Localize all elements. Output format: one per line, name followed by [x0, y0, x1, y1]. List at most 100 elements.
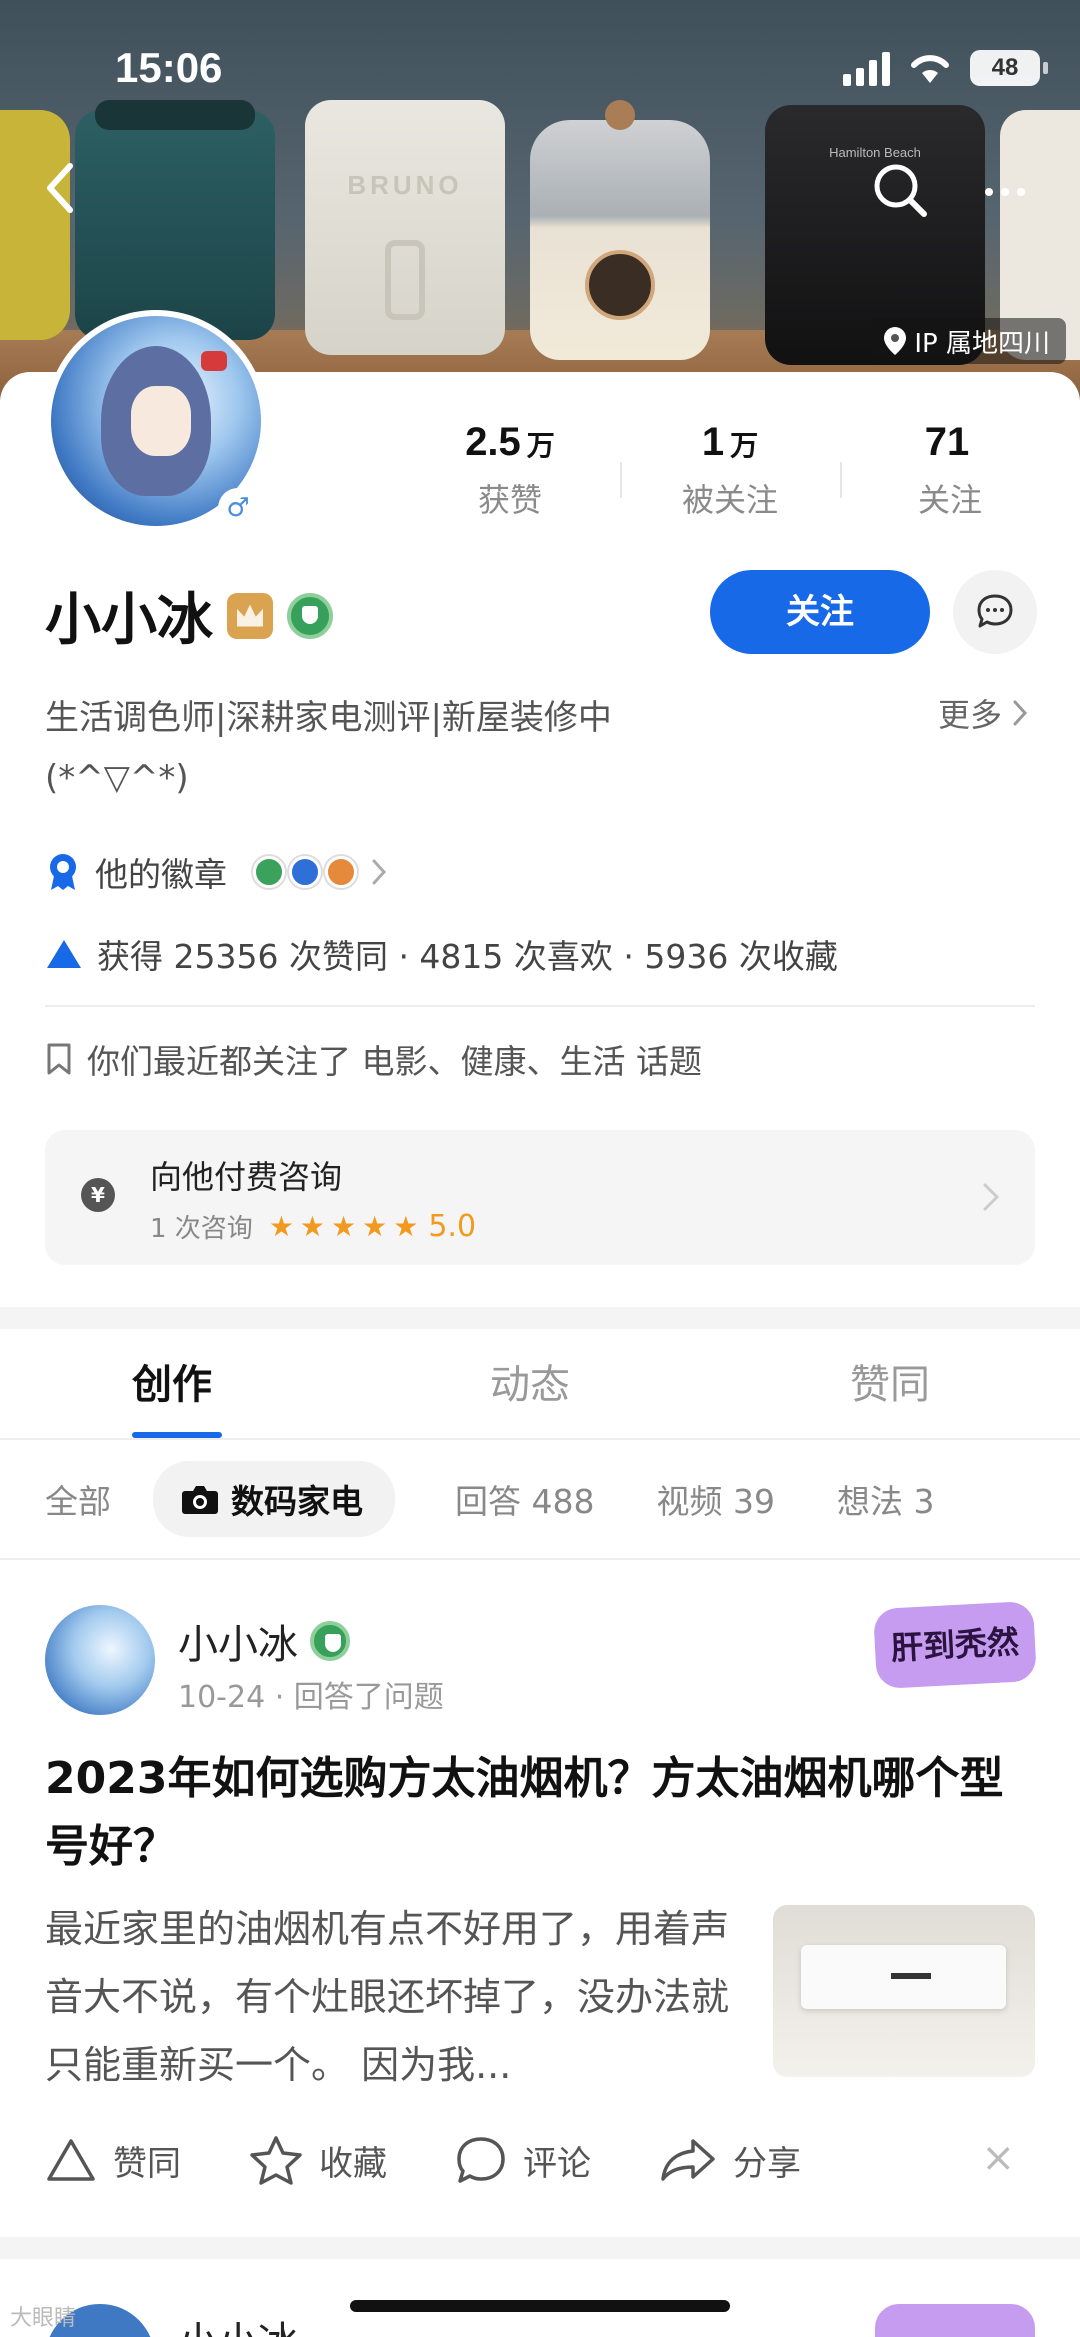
feed-item[interactable]: 小小冰 10-24 · 回答了问题 肝到秃然 2023年如何选购方太油烟机？方太…: [0, 1560, 1080, 2235]
banner-appliance-yellow: [0, 110, 70, 340]
stat-likes-value: 2.5: [465, 420, 521, 464]
upvote-button[interactable]: 赞同: [45, 2136, 181, 2185]
content-tabs: 创作 动态 赞同: [0, 1330, 1080, 1440]
section-separator: [0, 2237, 1080, 2259]
ip-location-badge: IP 属地四川: [872, 318, 1066, 364]
upvote-triangle-icon: [47, 940, 81, 968]
battery-icon: 48: [970, 50, 1048, 86]
filter-digital-appliances[interactable]: 数码家电: [153, 1461, 395, 1537]
badges-row[interactable]: 他的徽章: [45, 848, 387, 896]
share-arrow-icon: [661, 2139, 715, 2181]
consult-info: 1 次咨询 ★★★★★ 5.0: [150, 1208, 476, 1245]
consult-count: 1 次咨询: [150, 1214, 253, 1244]
upvote-triangle-icon: [47, 2139, 95, 2181]
filter-videos[interactable]: 视频 39: [656, 1475, 774, 1523]
stat-following-value: 71: [924, 420, 970, 464]
stat-following[interactable]: 71 关注: [840, 420, 1060, 521]
banner-appliance-teal: [75, 100, 275, 340]
home-indicator[interactable]: [350, 2300, 730, 2312]
filter-digital-appliances-label: 数码家电: [231, 1482, 363, 1521]
comment-label: 评论: [523, 2143, 591, 2184]
camera-icon: [182, 1486, 218, 1514]
stat-followers-unit: 万: [730, 430, 759, 461]
chevron-right-icon: [1013, 700, 1028, 726]
banner-appliance-cream: BRUNO: [305, 100, 505, 355]
creator-badge-icon[interactable]: [287, 592, 333, 639]
watermark: 大眼睛: [10, 2306, 77, 2331]
search-icon[interactable]: [870, 160, 930, 220]
stat-followers-label: 被关注: [681, 481, 778, 519]
dismiss-icon[interactable]: ×: [981, 2135, 1015, 2181]
chevron-right-icon: [983, 1183, 1000, 1211]
tab-creations[interactable]: 创作: [0, 1330, 350, 1438]
blue-badge-icon: [289, 856, 321, 888]
upvote-label: 赞同: [113, 2143, 181, 2184]
back-arrow-icon[interactable]: [40, 158, 80, 218]
avatar-pendant-sticker: 肝到秃然: [873, 1600, 1037, 1690]
filter-answers[interactable]: 回答 488: [455, 1475, 594, 1523]
stat-followers-value: 1: [701, 420, 725, 464]
section-separator: [0, 1307, 1080, 1329]
location-pin-icon: [884, 327, 907, 355]
post-title[interactable]: 2023年如何选购方太油烟机？方太油烟机哪个型号好？: [45, 1745, 1035, 1881]
topics-text: 你们最近都关注了 电影、健康、生活 话题: [87, 1042, 702, 1081]
crown-badge-icon[interactable]: [227, 592, 273, 639]
votes-row: 获得 25356 次赞同 · 4815 次喜欢 · 5936 次收藏: [45, 930, 838, 978]
author-name[interactable]: 小小冰: [178, 2309, 298, 2337]
more-info-label: 更多: [937, 696, 1002, 734]
filter-all[interactable]: 全部: [45, 1475, 111, 1523]
stat-likes-unit: 万: [526, 430, 555, 461]
tab-activity[interactable]: 动态: [350, 1330, 710, 1438]
paid-consult-card[interactable]: ¥ 向他付费咨询 1 次咨询 ★★★★★ 5.0: [45, 1130, 1035, 1265]
banner-appliance-label: Hamilton Beach: [829, 145, 921, 160]
profile-name: 小小冰: [45, 588, 213, 653]
banner-brand-text: BRUNO: [347, 170, 463, 200]
wifi-icon: [911, 55, 949, 83]
author-name[interactable]: 小小冰: [178, 1612, 298, 1670]
creator-badge-icon: [310, 1621, 350, 1661]
tab-upvotes[interactable]: 赞同: [710, 1330, 1070, 1438]
favorite-button[interactable]: 收藏: [249, 2135, 387, 2185]
post-meta: 10-24 · 回答了问题: [178, 1680, 444, 1715]
author-row: 小小冰: [178, 1612, 350, 1670]
profile-stats: 2.5 万 获赞 1万 被关注 71 关注: [400, 420, 1060, 521]
status-time: 15:06: [115, 44, 223, 91]
orange-badge-icon: [325, 856, 357, 888]
author-avatar[interactable]: [45, 1605, 155, 1715]
banner-appliance-pot: [530, 100, 710, 360]
follow-button[interactable]: 关注: [710, 570, 930, 654]
star-icon: [250, 2136, 302, 2185]
post-thumbnail[interactable]: [773, 1905, 1035, 2077]
favorite-label: 收藏: [319, 2143, 387, 2184]
ip-location-text: IP 属地四川: [914, 328, 1050, 359]
more-options-icon[interactable]: [975, 172, 1035, 212]
topics-row[interactable]: 你们最近都关注了 电影、健康、生活 话题: [45, 1035, 702, 1083]
more-info-link[interactable]: 更多: [938, 690, 1028, 736]
badges-label: 他的徽章: [95, 855, 227, 894]
chevron-right-icon: [372, 859, 387, 885]
filter-thoughts[interactable]: 想法 3: [837, 1475, 935, 1523]
comment-button[interactable]: 评论: [455, 2135, 591, 2185]
votes-summary: 获得 25356 次赞同 · 4815 次喜欢 · 5936 次收藏: [97, 937, 838, 976]
stat-likes[interactable]: 2.5 万 获赞: [400, 420, 620, 521]
share-button[interactable]: 分享: [659, 2136, 801, 2185]
post-actions: 赞同 收藏 评论 分享 ×: [45, 2135, 1035, 2185]
yuan-icon: ¥: [81, 1178, 115, 1212]
share-label: 分享: [733, 2143, 801, 2184]
bookmark-icon: [47, 1043, 71, 1075]
consult-title: 向他付费咨询: [150, 1158, 343, 1196]
comment-icon: [457, 2137, 505, 2183]
rating-stars: ★★★★★: [268, 1210, 425, 1243]
avatar-pendant-sticker: [875, 2304, 1035, 2337]
filter-chips: 全部 数码家电 回答 488 视频 39 想法 3: [0, 1440, 1080, 1560]
rating-value: 5.0: [428, 1209, 477, 1244]
green-badge-icon: [253, 856, 285, 888]
stat-following-label: 关注: [917, 481, 982, 519]
post-excerpt[interactable]: 最近家里的油烟机有点不好用了，用着声音大不说，有个灶眼还坏掉了，没办法就只能重新…: [45, 1895, 735, 2099]
stat-followers[interactable]: 1万 被关注: [620, 420, 840, 521]
medal-icon: [50, 854, 76, 890]
profile-name-row: 小小冰: [45, 575, 333, 656]
message-button[interactable]: [953, 570, 1037, 654]
chat-bubble-icon: [977, 594, 1013, 628]
feed-item-next[interactable]: 小小冰: [0, 2259, 1080, 2337]
